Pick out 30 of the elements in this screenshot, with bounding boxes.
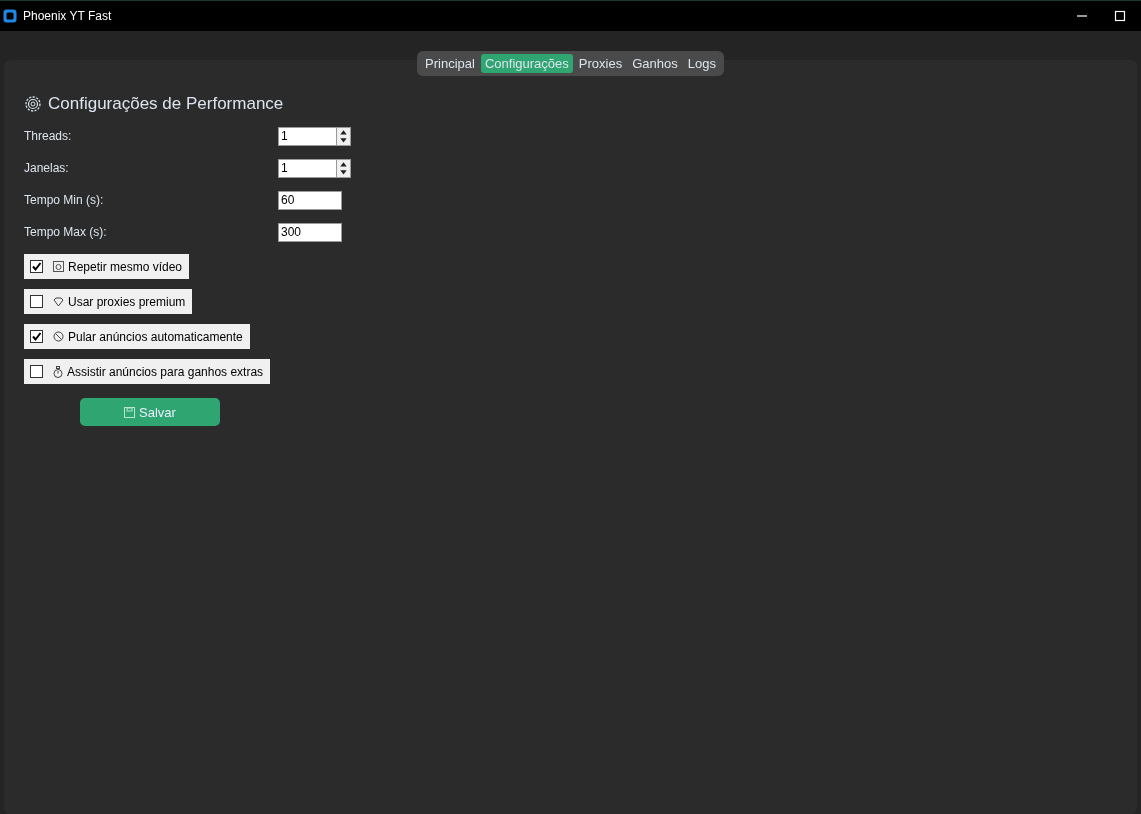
checkbox[interactable]: [30, 260, 43, 273]
app-logo-icon: [3, 9, 17, 23]
section-title: Configurações de Performance: [48, 94, 284, 114]
gem-icon: [53, 296, 64, 307]
checkbox-option[interactable]: Assistir anúncios para ganhos extras: [24, 359, 271, 384]
repeat-icon: [53, 261, 64, 272]
checkbox[interactable]: [30, 330, 43, 343]
spinbox-field[interactable]: 1: [278, 126, 336, 146]
checkbox-option[interactable]: Repetir mesmo vídeo: [24, 254, 190, 279]
field-label: Threads:: [24, 129, 73, 143]
input-field[interactable]: 300: [278, 222, 342, 242]
field-label: Tempo Min (s):: [24, 193, 105, 207]
tab[interactable]: Principal: [421, 54, 479, 73]
prohibited-icon: [53, 331, 64, 342]
checkbox[interactable]: [30, 365, 43, 378]
tab[interactable]: Logs: [683, 54, 720, 73]
tab[interactable]: Proxies: [574, 54, 627, 73]
maximize-icon[interactable]: [1113, 9, 1127, 23]
field-label: Janelas:: [24, 161, 70, 175]
window-title: Phoenix YT Fast: [23, 9, 113, 23]
tab[interactable]: Ganhos: [628, 54, 682, 73]
stopwatch-icon: [53, 365, 63, 378]
gear-icon: [24, 95, 42, 113]
save-icon: [124, 406, 136, 418]
checkbox-option[interactable]: Pular anúncios automaticamente: [24, 324, 250, 349]
field-label: Tempo Max (s):: [24, 225, 108, 239]
checkbox[interactable]: [30, 295, 43, 308]
input-field[interactable]: 60: [278, 190, 342, 210]
checkbox-option[interactable]: Usar proxies premium: [24, 289, 193, 314]
spinbox-field[interactable]: 1: [278, 158, 336, 178]
